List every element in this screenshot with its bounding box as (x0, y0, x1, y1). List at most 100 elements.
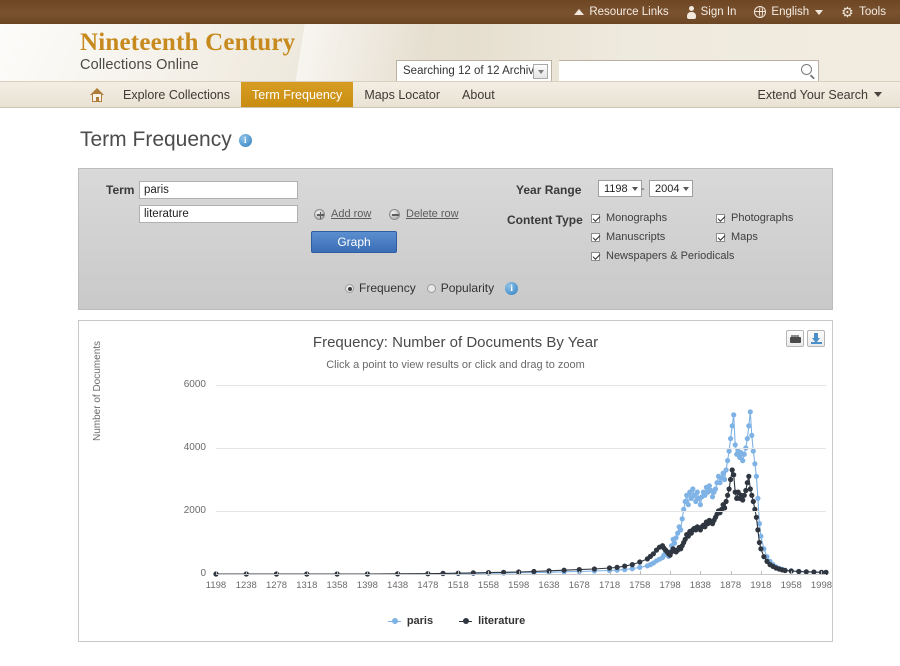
year-from-value: 1198 (604, 182, 628, 195)
checkbox-icon (716, 232, 725, 242)
mode-radio-group: Frequency Popularity i (345, 281, 519, 295)
gridline (216, 511, 826, 512)
x-axis-tick-mark (276, 571, 278, 575)
search-area: Searching 12 of 12 Archives (396, 60, 819, 81)
x-axis-tick: 1518 (447, 580, 469, 591)
y-axis-tick: 0 (200, 568, 206, 579)
chevron-down-icon[interactable] (533, 64, 548, 79)
x-axis-tick: 1638 (538, 580, 560, 591)
x-axis-tick: 1798 (659, 580, 681, 591)
chevron-down-icon (815, 9, 824, 15)
checkbox-photographs[interactable]: Photographs (716, 212, 793, 224)
year-from-select[interactable]: 1198 (598, 180, 642, 197)
x-axis-tick-mark (579, 571, 581, 575)
x-axis-tick-mark (760, 571, 762, 575)
x-axis-tick-mark (216, 571, 217, 575)
resource-links-button[interactable]: Resource Links (574, 6, 669, 18)
year-to-select[interactable]: 2004 (649, 180, 694, 197)
x-axis-tick: 1958 (780, 580, 802, 591)
extend-your-search-menu[interactable]: Extend Your Search (758, 82, 900, 107)
home-button[interactable] (82, 82, 112, 107)
x-axis-tick-mark (609, 571, 611, 575)
checkbox-monographs[interactable]: Monographs (591, 212, 667, 224)
nav-item-explore-collections[interactable]: Explore Collections (112, 82, 241, 107)
x-axis-tick-mark (639, 571, 641, 575)
year-range-label: Year Range (516, 183, 582, 197)
nav-item-term-frequency[interactable]: Term Frequency (241, 82, 354, 107)
x-axis-tick: 1598 (508, 580, 530, 591)
nav-item-maps-locator[interactable]: Maps Locator (353, 82, 451, 107)
content-type-label: Content Type (507, 213, 583, 227)
tools-button[interactable]: ⚙ Tools (841, 3, 886, 20)
x-axis-tick-mark (488, 571, 490, 575)
x-axis-tick-mark (518, 571, 520, 575)
checkbox-manuscripts[interactable]: Manuscripts (591, 231, 665, 243)
info-icon[interactable]: i (238, 133, 252, 147)
legend-item-paris[interactable]: paris (387, 615, 434, 627)
print-button[interactable] (786, 330, 804, 347)
x-axis-tick: 1358 (326, 580, 348, 591)
nav-item-about[interactable]: About (451, 82, 506, 107)
delete-row-label: Delete row (406, 208, 459, 220)
main-navigation: Explore Collections Term Frequency Maps … (0, 82, 900, 108)
term-frequency-form: Term Add row Delete row Graph Year Range… (78, 168, 833, 310)
checkbox-newspapers-periodicals[interactable]: Newspapers & Periodicals (591, 250, 734, 262)
site-logo[interactable]: Nineteenth Century Collections Online (80, 29, 295, 74)
checkbox-icon (591, 213, 600, 223)
globe-icon (754, 6, 767, 18)
x-axis-tick: 1998 (810, 580, 833, 591)
term-label: Term (106, 183, 135, 197)
radio-popularity[interactable]: Popularity (426, 281, 494, 295)
x-axis-tick: 1838 (689, 580, 711, 591)
x-axis-tick: 1558 (477, 580, 500, 591)
x-axis-tick-mark (306, 571, 308, 575)
x-axis-tick: 1198 (205, 580, 227, 591)
home-icon (89, 87, 105, 102)
add-row-button[interactable]: Add row (314, 208, 371, 220)
delete-row-button[interactable]: Delete row (389, 208, 459, 220)
archive-scope-select[interactable]: Searching 12 of 12 Archives (396, 60, 552, 81)
x-axis-tick-mark (246, 571, 248, 575)
search-input[interactable] (559, 61, 791, 81)
term-input-1[interactable] (139, 181, 298, 199)
gear-icon: ⚙ (841, 3, 854, 20)
legend-label: paris (406, 615, 434, 627)
x-axis-tick: 1918 (750, 580, 772, 591)
info-icon[interactable]: i (505, 281, 519, 295)
x-axis-tick: 1878 (720, 580, 742, 591)
series-literature[interactable] (213, 467, 829, 577)
download-button[interactable] (807, 330, 825, 347)
person-icon (686, 5, 696, 19)
year-range-separator: - (641, 183, 645, 195)
year-to-value: 2004 (655, 182, 680, 195)
chart-panel: Frequency: Number of Documents By Year C… (78, 320, 833, 642)
x-axis-tick: 1678 (568, 580, 590, 591)
x-axis-tick-mark (458, 571, 460, 575)
plus-icon (314, 208, 325, 220)
masthead: Nineteenth Century Collections Online Se… (0, 24, 900, 82)
checkbox-label: Photographs (731, 212, 794, 224)
legend-item-literature[interactable]: literature (459, 615, 525, 627)
x-axis-tick: 1398 (356, 580, 378, 591)
search-icon[interactable] (801, 64, 812, 75)
chart-toolbar (786, 330, 825, 347)
term-input-2[interactable] (139, 205, 298, 223)
radio-label: Frequency (359, 281, 416, 295)
radio-icon (345, 283, 354, 293)
gridline (216, 448, 826, 449)
chevron-down-icon (874, 92, 882, 97)
search-field-wrapper[interactable] (559, 60, 819, 81)
checkbox-icon (591, 232, 600, 242)
y-axis-tick: 6000 (183, 379, 206, 390)
graph-button[interactable]: Graph (311, 231, 397, 253)
checkbox-maps[interactable]: Maps (716, 231, 758, 243)
caret-up-icon (574, 9, 585, 15)
x-axis-tick-mark (700, 571, 702, 575)
x-axis-tick-mark (397, 571, 399, 575)
checkbox-icon (716, 213, 725, 223)
radio-frequency[interactable]: Frequency (345, 281, 416, 295)
chart-plot-area[interactable]: Number of Documents 0 2000 4000 6000 1198 12… (79, 341, 834, 609)
sign-in-button[interactable]: Sign In (686, 5, 736, 19)
language-selector[interactable]: English (754, 6, 824, 18)
checkbox-label: Maps (731, 231, 758, 243)
